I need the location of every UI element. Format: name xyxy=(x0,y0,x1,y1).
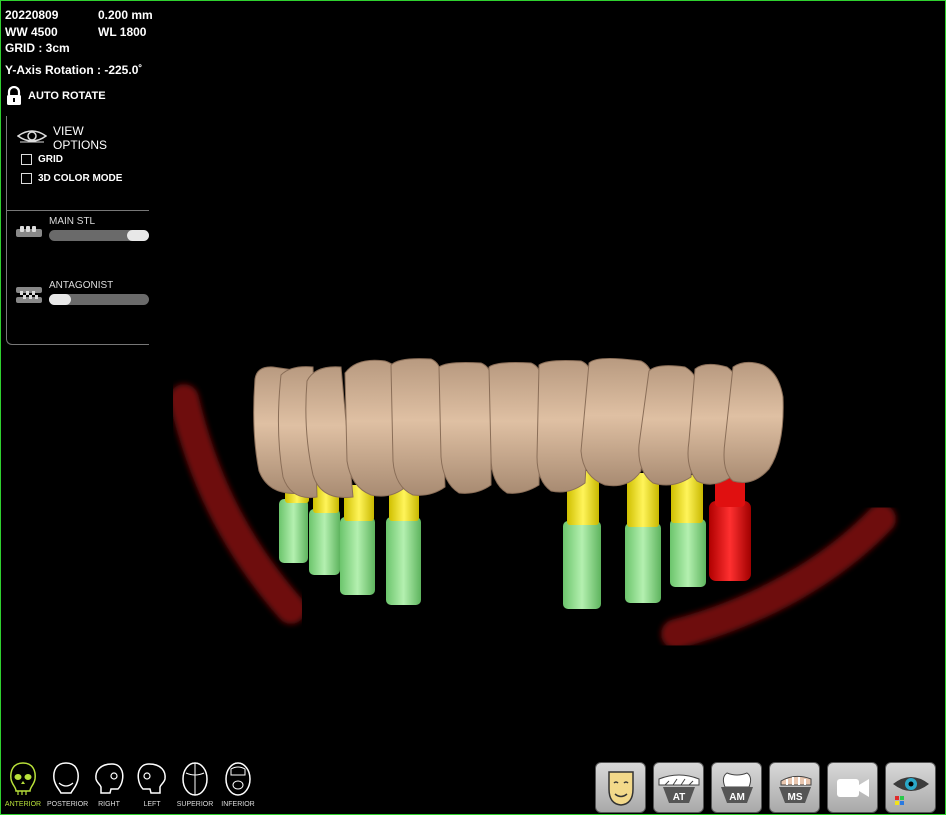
view-anterior-label: ANTERIOR xyxy=(4,801,42,808)
teeth-arch-icon: AT xyxy=(658,774,699,803)
slice-thickness: 0.200 mm xyxy=(98,8,153,22)
view-right-button[interactable]: RIGHT xyxy=(90,761,128,808)
lock-icon xyxy=(7,86,21,105)
eye-visibility-icon xyxy=(892,776,929,805)
auto-rotate-label: AUTO ROTATE xyxy=(28,90,106,102)
view-anterior-button[interactable]: ANTERIOR xyxy=(4,761,42,808)
view-posterior-label: POSTERIOR xyxy=(47,801,89,808)
at-label: AT xyxy=(672,792,685,803)
implant-alert xyxy=(709,501,751,581)
ms-label: MS xyxy=(787,792,802,803)
color-mode-checkbox[interactable] xyxy=(21,173,32,184)
grid-checkbox[interactable] xyxy=(21,154,32,165)
tool-bar: AT AM MS xyxy=(595,762,936,813)
antagonist-label: ANTAGONIST xyxy=(49,280,114,291)
model-scan-icon: MS xyxy=(778,775,811,803)
study-date: 20220809 xyxy=(5,8,59,22)
am-button[interactable]: AM xyxy=(711,762,762,813)
skull-top-icon xyxy=(182,762,208,796)
view-orientation-bar: ANTERIOR POSTERIOR RIGHT LEFT SUPERIOR I… xyxy=(4,761,257,808)
view-right-label: RIGHT xyxy=(98,801,120,808)
grid-option[interactable]: GRID xyxy=(21,154,63,165)
main-stl-label: MAIN STL xyxy=(49,216,96,227)
view-posterior-button[interactable]: POSTERIOR xyxy=(47,761,89,808)
visibility-button[interactable] xyxy=(885,762,936,813)
panel-divider xyxy=(7,210,149,211)
skull-left-icon xyxy=(137,763,166,794)
eye-icon xyxy=(17,130,47,143)
antagonist-control: ANTAGONIST xyxy=(15,280,151,310)
view-superior-label: SUPERIOR xyxy=(176,801,214,808)
face-icon xyxy=(607,770,634,806)
auto-rotate-toggle[interactable]: AUTO ROTATE xyxy=(6,86,106,106)
ms-button[interactable]: MS xyxy=(769,762,820,813)
skull-back-icon xyxy=(53,762,79,794)
view-superior-button[interactable]: SUPERIOR xyxy=(176,761,214,808)
bite-icon xyxy=(16,287,42,303)
prosthetic-bridge xyxy=(253,357,784,499)
view-options-title-line2: OPTIONS xyxy=(53,138,108,152)
view-options-title-line1: VIEW xyxy=(53,124,84,138)
molar-icon: AM xyxy=(720,771,753,803)
view-inferior-label: INFERIOR xyxy=(221,801,255,808)
at-button[interactable]: AT xyxy=(653,762,704,813)
grid-size: GRID : 3cm xyxy=(5,41,70,55)
face-button[interactable] xyxy=(595,762,646,813)
skull-bottom-icon xyxy=(225,762,251,796)
main-stl-control: MAIN STL xyxy=(15,216,151,246)
view-inferior-button[interactable]: INFERIOR xyxy=(219,761,257,808)
main-stl-slider-thumb[interactable] xyxy=(127,230,149,241)
rotation-readout: Y-Axis Rotation : -225.0˚ xyxy=(5,63,143,77)
window-level: WL 1800 xyxy=(98,25,147,39)
skull-right-icon xyxy=(95,763,124,794)
window-width: WW 4500 xyxy=(5,25,58,39)
record-button[interactable] xyxy=(827,762,878,813)
camera-icon xyxy=(836,778,869,797)
color-mode-label: 3D COLOR MODE xyxy=(38,173,123,184)
view-options-title: VIEW OPTIONS xyxy=(53,124,107,152)
color-mode-option[interactable]: 3D COLOR MODE xyxy=(21,173,122,184)
nerve-canal-left xyxy=(661,504,896,649)
view-left-button[interactable]: LEFT xyxy=(133,761,171,808)
3d-viewport[interactable]: 20220809 0.200 mm WW 4500 WL 1800 GRID :… xyxy=(0,0,946,815)
antagonist-slider-thumb[interactable] xyxy=(49,294,71,305)
main-stl-slider[interactable] xyxy=(49,230,149,241)
antagonist-slider[interactable] xyxy=(49,294,149,305)
grid-option-label: GRID xyxy=(38,154,63,165)
am-label: AM xyxy=(729,792,745,803)
lower-jaw-icon xyxy=(16,226,42,237)
skull-front-icon xyxy=(10,762,36,795)
view-options-panel: VIEW OPTIONS GRID 3D COLOR MODE MAIN STL xyxy=(6,116,149,345)
view-left-label: LEFT xyxy=(143,801,161,808)
